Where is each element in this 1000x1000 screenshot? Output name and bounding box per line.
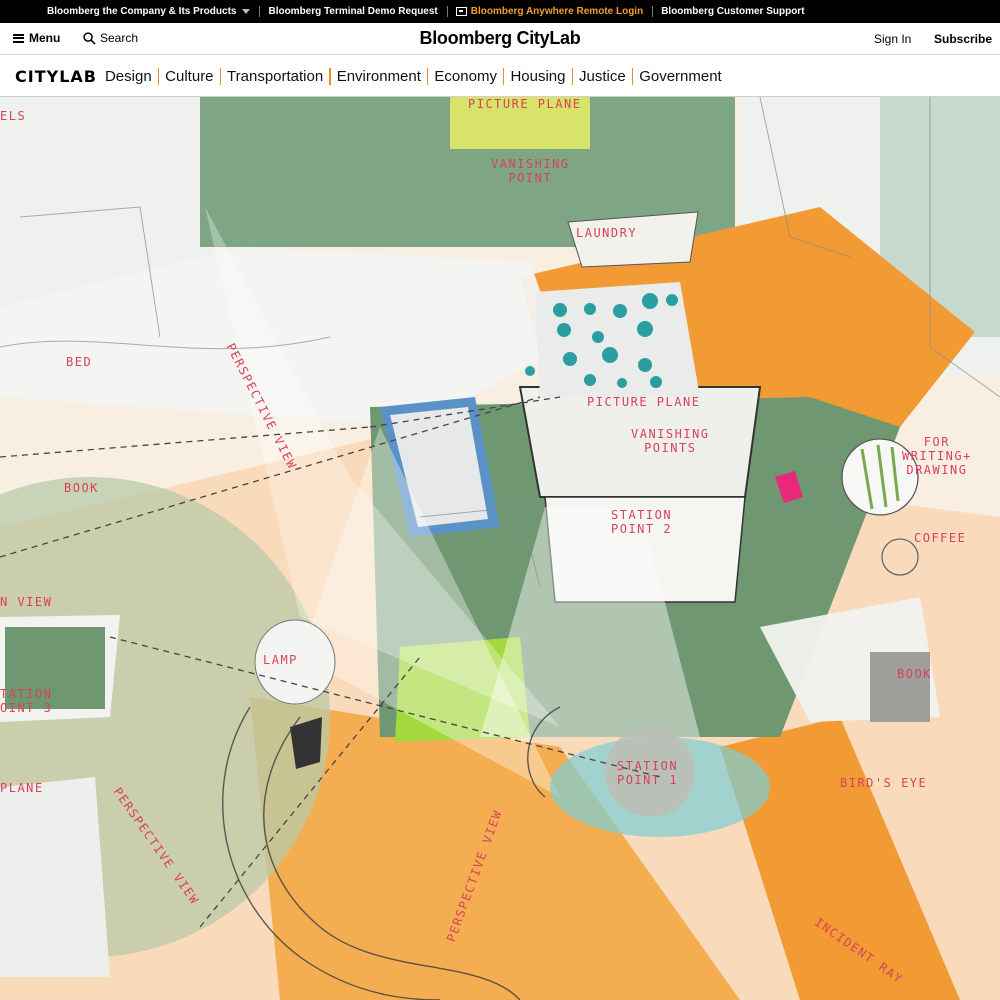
label-line: POINT 1 [617,773,679,787]
label-picture-plane-top: PICTURE PLANE [468,97,582,111]
label-line: FOR [923,435,950,449]
nav-divider [502,67,505,85]
sign-in-link[interactable]: Sign In [874,32,911,46]
label-station-point-2: STATION POINT 2 [611,508,672,536]
divider [446,6,448,17]
nav-item-transportation[interactable]: Transportation [227,68,323,85]
label-line: WRITING+ [902,449,972,463]
label-line: VANISHING [631,427,710,441]
company-products-link[interactable]: Bloomberg the Company & Its Products [47,6,251,17]
label-book-left: BOOK [64,481,99,495]
bloomberg-citylab-logo[interactable]: Bloomberg CityLab [0,28,1000,49]
label-line: OINT 3 [0,701,53,715]
terminal-icon [455,7,467,16]
label-vanishing-point-top: VANISHING POINT [491,157,570,185]
nav-item-government[interactable]: Government [639,68,722,85]
nav-item-culture[interactable]: Culture [165,68,213,85]
section-nav: CITYLAB Design Culture Transportation En… [0,56,1000,97]
nav-item-design[interactable]: Design [105,68,152,85]
label-line: DRAWING [906,463,968,477]
label-book-right: BOOK [897,667,932,681]
label-laundry: LAUNDRY [576,226,638,240]
label-els: ELS [0,109,27,123]
top-utility-bar: Bloomberg the Company & Its Products Blo… [0,0,1000,23]
divider [259,6,261,17]
anywhere-login-link[interactable]: Bloomberg Anywhere Remote Login [455,6,644,17]
label-plane-left: PLANE [0,781,44,795]
label-line: STATION [611,508,673,522]
terminal-demo-link[interactable]: Bloomberg Terminal Demo Request [268,6,437,17]
company-products-label: Bloomberg the Company & Its Products [47,6,237,17]
nav-item-environment[interactable]: Environment [337,68,421,85]
nav-item-economy[interactable]: Economy [434,68,497,85]
label-n-view: N VIEW [0,595,53,609]
label-bed: BED [66,355,93,369]
label-picture-plane-mid: PICTURE PLANE [587,395,701,409]
label-station-point-3: TATION OINT 3 [0,687,52,715]
subscribe-link[interactable]: Subscribe [934,32,992,46]
label-line: POINT 2 [611,522,673,536]
site-header: Menu Search Bloomberg CityLab Sign In Su… [0,23,1000,55]
perspective-drawing-illustration [0,97,1000,1000]
label-station-point-1: STATION POINT 1 [617,759,678,787]
nav-divider [157,67,160,85]
citylab-logo[interactable]: CITYLAB [15,67,97,86]
label-birds-eye: BIRD'S EYE [840,776,928,790]
caret-down-icon [242,9,251,14]
label-line: STATION [617,759,679,773]
label-lamp: LAMP [263,653,298,667]
nav-divider [426,67,429,85]
nav-divider [329,67,331,85]
label-coffee: COFFEE [914,531,967,545]
hero-illustration: PICTURE PLANE VANISHING POINT LAUNDRY ELS… [0,97,1000,1000]
nav-item-justice[interactable]: Justice [579,68,626,85]
label-line: VANISHING [491,157,570,171]
label-vanishing-points: VANISHING POINTS [631,427,710,455]
nav-item-housing[interactable]: Housing [510,68,565,85]
nav-divider [219,67,222,85]
label-line: TATION [0,687,53,701]
label-line: POINTS [644,441,697,455]
customer-support-link[interactable]: Bloomberg Customer Support [661,6,804,17]
nav-divider [631,67,634,85]
anywhere-login-label: Bloomberg Anywhere Remote Login [470,6,644,17]
label-line: POINT [508,171,553,185]
divider [652,6,654,17]
nav-divider [571,67,573,85]
label-for-writing-drawing: FOR WRITING+ DRAWING [902,435,972,477]
